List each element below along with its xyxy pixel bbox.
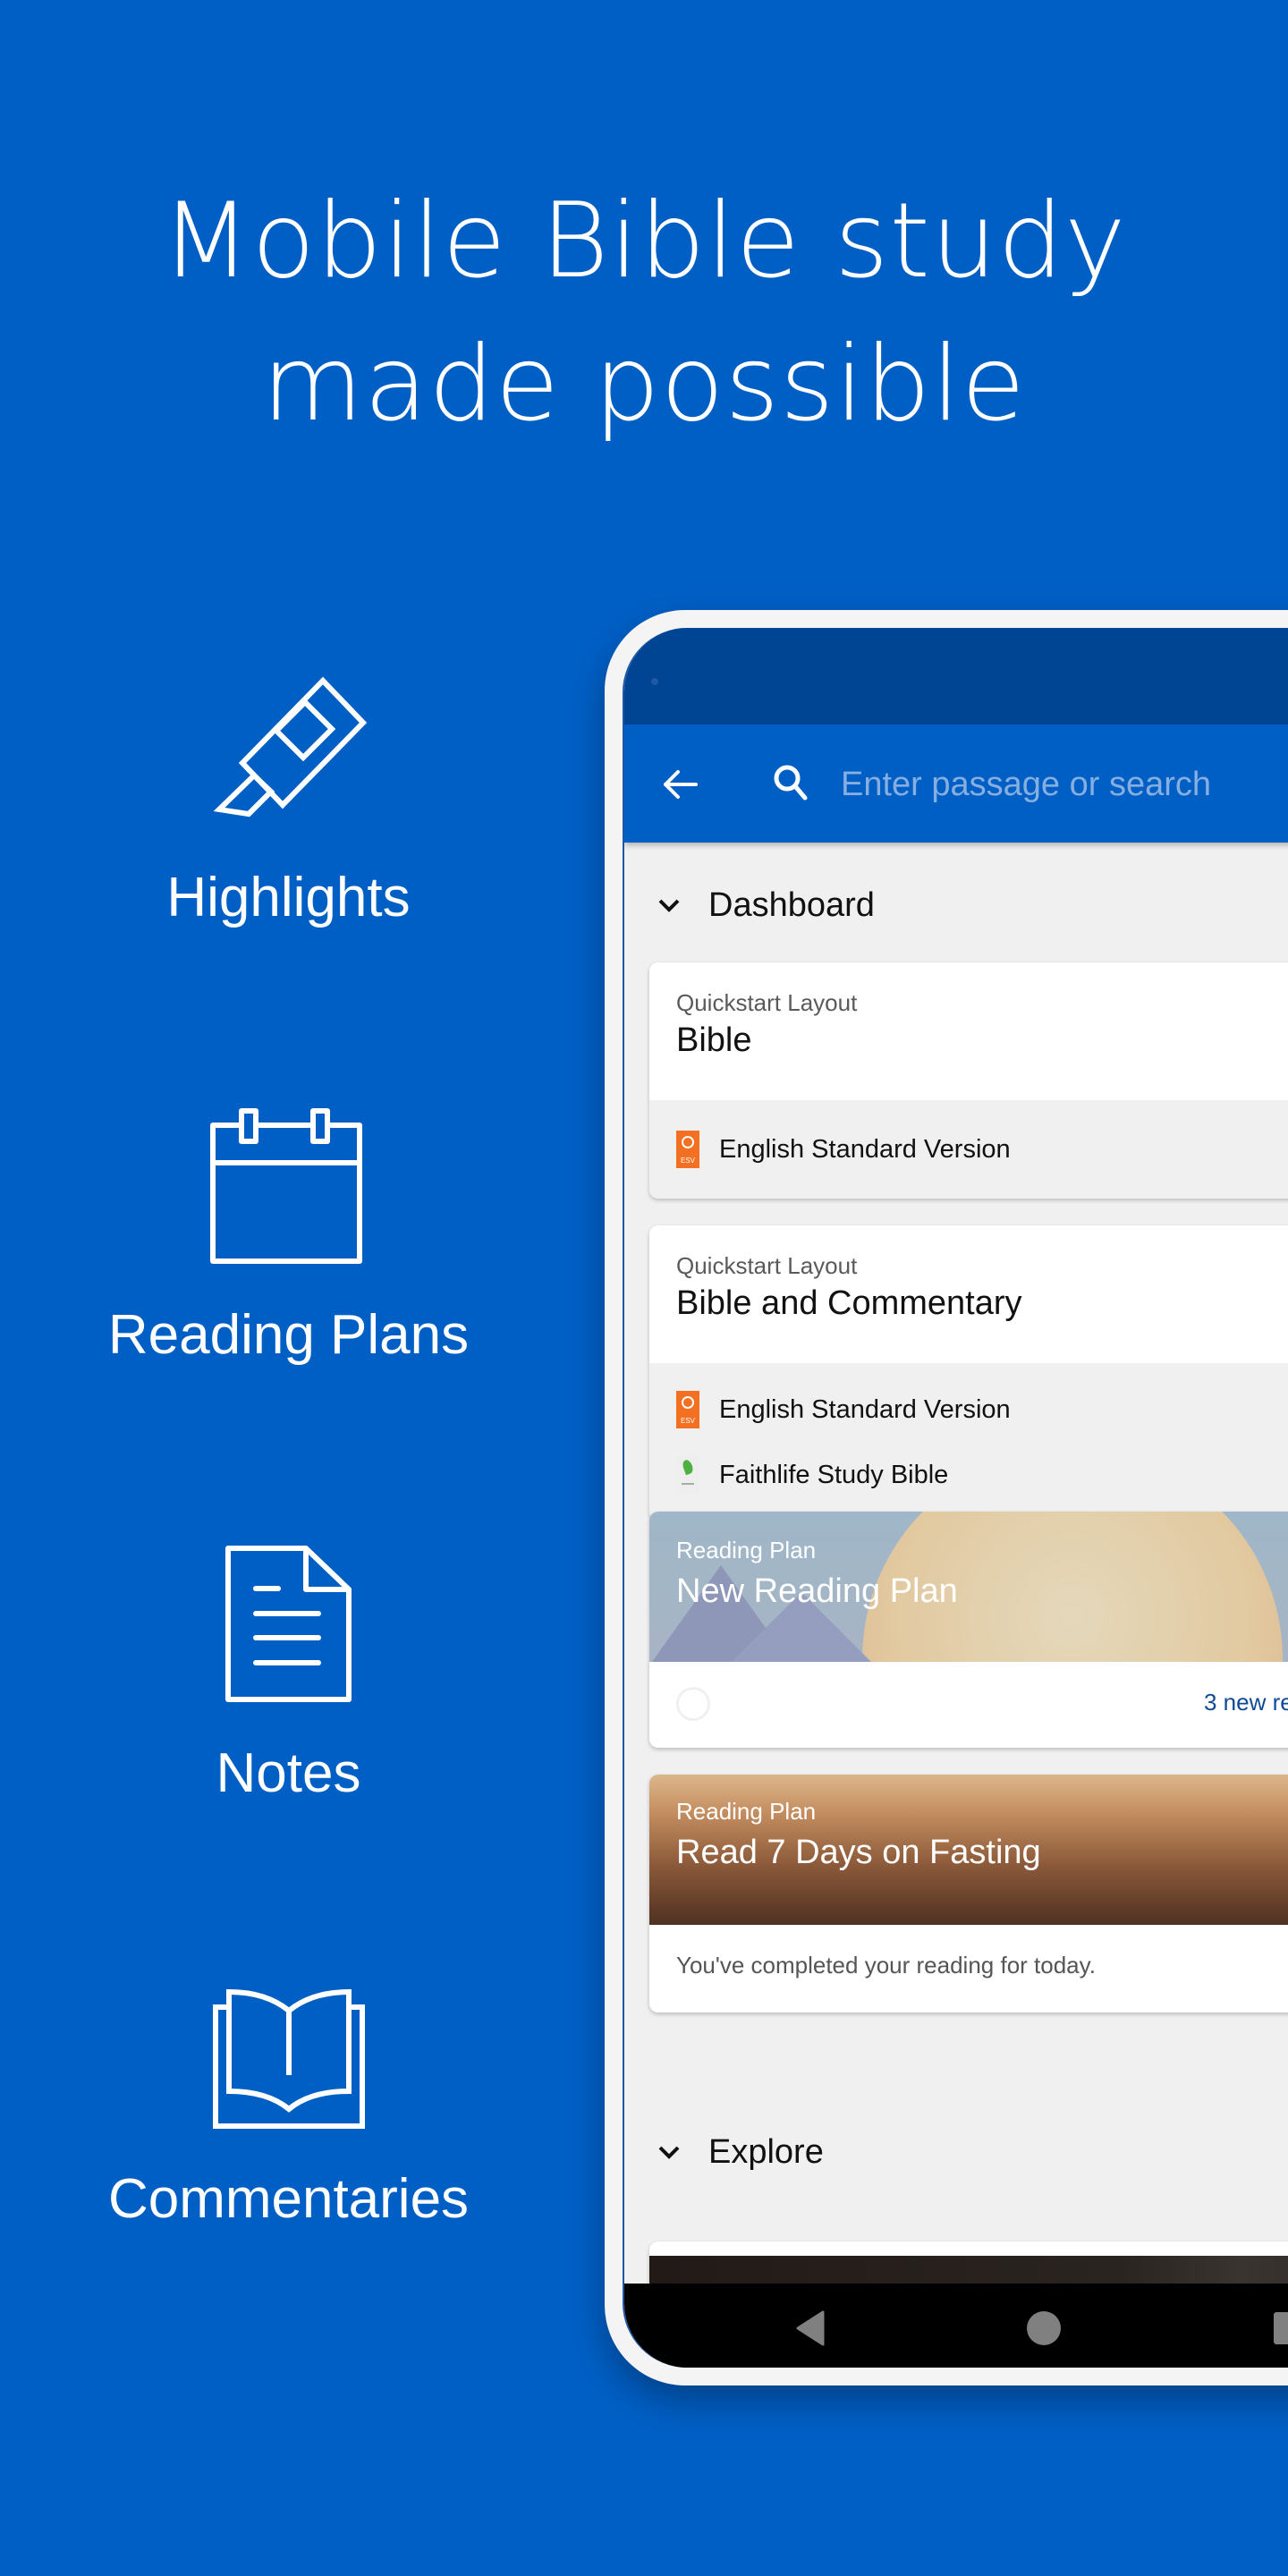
plan-kicker: Reading Plan (676, 1537, 817, 1563)
highlighter-icon (213, 676, 367, 818)
feature-reading-plans: Reading Plans (0, 1107, 577, 1367)
faithlife-study-bible-icon (676, 1456, 699, 1494)
chevron-down-icon (658, 2146, 680, 2159)
feature-label: Commentaries (107, 2168, 470, 2230)
feature-label: Notes (216, 1742, 361, 1804)
resource-name: English Standard Version (719, 1134, 1011, 1164)
feature-commentaries: Commentaries (0, 1989, 577, 2231)
plan-title: New Reading Plan (676, 1572, 958, 1610)
status-bar (624, 628, 1288, 724)
plan-status: You've completed your reading for today. (676, 1952, 1096, 1979)
calendar-icon (209, 1108, 362, 1264)
android-nav-bar (624, 2284, 1288, 2368)
card-title: Bible and Commentary (676, 1284, 1022, 1322)
phone-screen: Dashboard Quickstart Layout Bible ESV En… (623, 628, 1288, 2368)
camera-dot (651, 678, 658, 685)
quickstart-card-bible-commentary[interactable]: Quickstart Layout Bible and Commentary E… (649, 1225, 1288, 1521)
card-title: Bible (676, 1021, 752, 1059)
resource-row[interactable]: Faithlife Study Bible (676, 1455, 948, 1495)
resource-row[interactable]: ESV English Standard Version (676, 1390, 1011, 1429)
section-dashboard-toggle[interactable]: Dashboard (624, 869, 875, 941)
nav-back-icon[interactable] (794, 2310, 825, 2346)
new-readings-link[interactable]: 3 new re (1204, 1689, 1288, 1716)
plan-image-sunrise: Reading Plan New Reading Plan (649, 1512, 1288, 1662)
esv-icon: ESV (676, 1131, 699, 1168)
reading-plan-card-new[interactable]: Reading Plan New Reading Plan 3 new re (649, 1512, 1288, 1748)
resource-name: English Standard Version (719, 1394, 1011, 1424)
section-explore-toggle[interactable]: Explore (624, 2116, 824, 2188)
chevron-down-icon (658, 899, 680, 912)
esv-icon: ESV (676, 1391, 699, 1428)
headline-line-1: Mobile Bible study (161, 181, 1127, 301)
plan-title: Read 7 Days on Fasting (676, 1834, 1041, 1871)
back-arrow-icon[interactable] (658, 762, 703, 807)
nav-recents-icon[interactable] (1274, 2312, 1288, 2344)
card-kicker: Quickstart Layout (676, 989, 858, 1016)
feature-highlights: Highlights (0, 675, 577, 929)
headline: Mobile Bible study made possible (0, 170, 1288, 456)
card-kicker: Quickstart Layout (676, 1252, 858, 1279)
plan-kicker: Reading Plan (676, 1798, 817, 1825)
feature-notes: Notes (0, 1546, 577, 1805)
plan-image-hills: Reading Plan Read 7 Days on Fasting (649, 1775, 1288, 1925)
nav-home-icon[interactable] (1027, 2311, 1061, 2345)
feature-label: Highlights (166, 867, 411, 928)
app-bar (624, 724, 1288, 843)
headline-line-2: made possible (262, 324, 1026, 445)
resource-name: Faithlife Study Bible (719, 1460, 949, 1489)
quickstart-card-bible[interactable]: Quickstart Layout Bible ESV English Stan… (649, 962, 1288, 1199)
resource-row[interactable]: ESV English Standard Version (676, 1130, 1011, 1169)
feature-label: Reading Plans (107, 1304, 470, 1366)
reading-plan-card-fasting[interactable]: Reading Plan Read 7 Days on Fasting You'… (649, 1775, 1288, 2012)
plan-progress-circle[interactable] (676, 1687, 710, 1721)
open-book-icon (212, 1989, 365, 2129)
section-title: Dashboard (708, 886, 875, 924)
section-title: Explore (708, 2132, 824, 2171)
document-icon (225, 1546, 352, 1702)
phone-mockup: Dashboard Quickstart Layout Bible ESV En… (605, 610, 1288, 2385)
search-input[interactable] (839, 755, 1288, 814)
search-icon (774, 765, 808, 801)
